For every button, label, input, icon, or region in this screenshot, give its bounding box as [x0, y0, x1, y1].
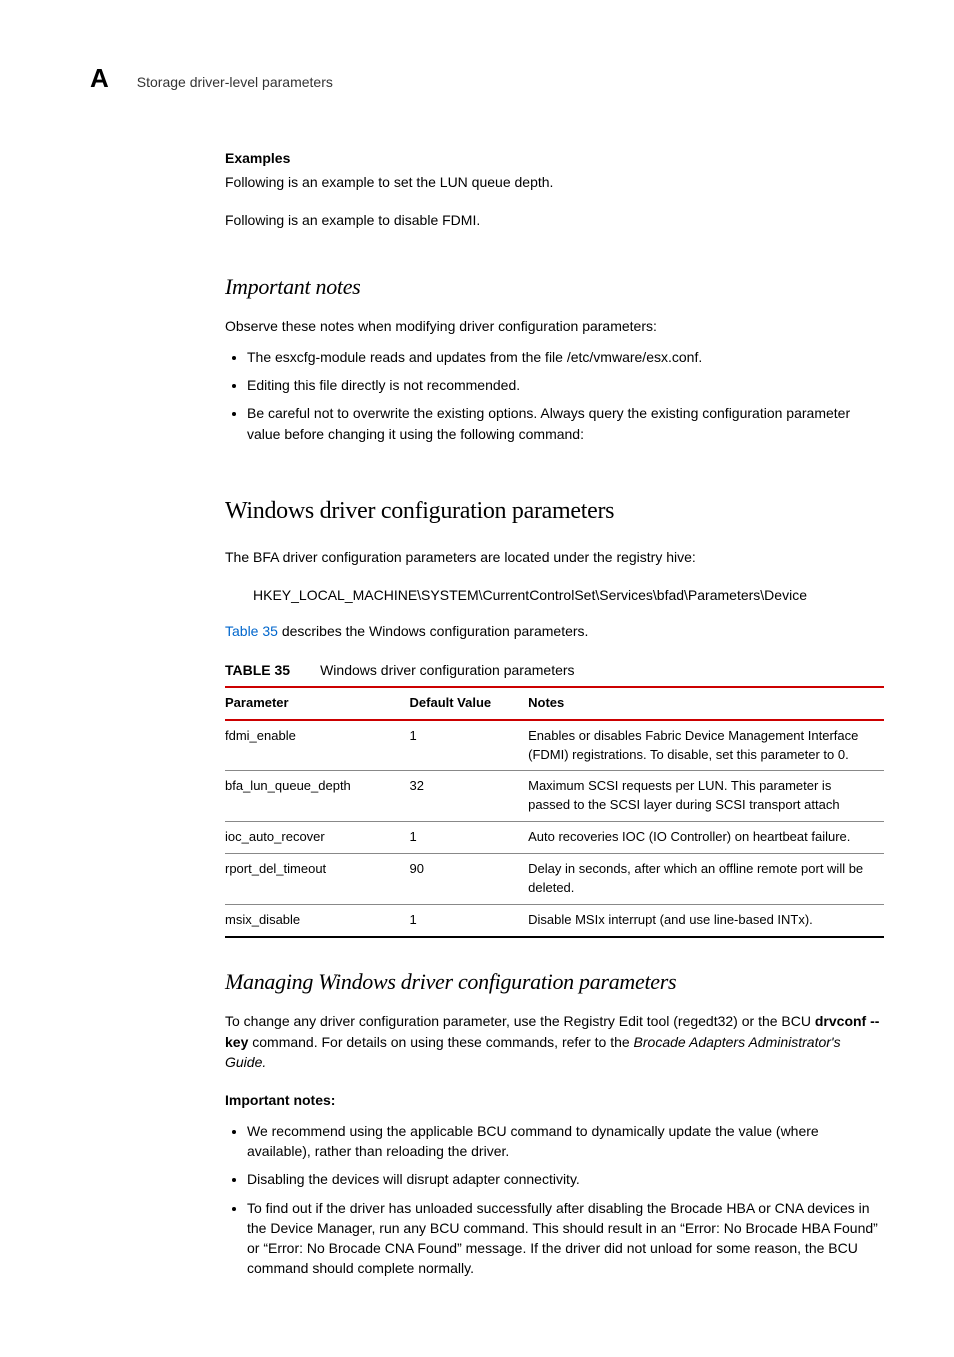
- examples-label: Examples: [225, 148, 884, 168]
- running-title: Storage driver-level parameters: [137, 72, 333, 92]
- windows-section-heading: Windows driver configuration parameters: [225, 494, 884, 529]
- table-title: Windows driver configuration parameters: [320, 662, 574, 678]
- important-notes-list: The esxcfg-module reads and updates from…: [225, 347, 884, 444]
- cell-notes: Delay in seconds, after which an offline…: [528, 854, 884, 905]
- cell-default: 1: [410, 720, 529, 771]
- page-header: A Storage driver-level parameters: [90, 60, 884, 98]
- appendix-letter: A: [90, 60, 109, 98]
- cell-notes: Auto recoveries IOC (IO Controller) on h…: [528, 822, 884, 854]
- managing-paragraph: To change any driver configuration param…: [225, 1011, 884, 1072]
- list-item: The esxcfg-module reads and updates from…: [247, 347, 884, 367]
- cell-default: 1: [410, 904, 529, 936]
- cell-parameter: ioc_auto_recover: [225, 822, 410, 854]
- cell-notes: Enables or disables Fabric Device Manage…: [528, 720, 884, 771]
- table-row: fdmi_enable1Enables or disables Fabric D…: [225, 720, 884, 771]
- cell-notes: Maximum SCSI requests per LUN. This para…: [528, 771, 884, 822]
- list-item: Be careful not to overwrite the existing…: [247, 403, 884, 444]
- important-notes-intro: Observe these notes when modifying drive…: [225, 316, 884, 336]
- list-item: Disabling the devices will disrupt adapt…: [247, 1169, 884, 1189]
- table-row: msix_disable1Disable MSIx interrupt (and…: [225, 904, 884, 936]
- table-header-row: Parameter Default Value Notes: [225, 687, 884, 720]
- table-row: rport_del_timeout90Delay in seconds, aft…: [225, 854, 884, 905]
- windows-intro: The BFA driver configuration parameters …: [225, 547, 884, 567]
- cell-parameter: bfa_lun_queue_depth: [225, 771, 410, 822]
- table-ref-link[interactable]: Table 35: [225, 623, 278, 639]
- list-item: To find out if the driver has unloaded s…: [247, 1198, 884, 1279]
- table-reference-line: Table 35 describes the Windows configura…: [225, 621, 884, 641]
- cell-parameter: msix_disable: [225, 904, 410, 936]
- col-header-parameter: Parameter: [225, 687, 410, 720]
- important-notes-heading: Important notes: [225, 271, 884, 303]
- page-content: Examples Following is an example to set …: [225, 148, 884, 1279]
- table-label: TABLE 35 Windows driver configuration par…: [225, 660, 884, 680]
- managing-notes-label: Important notes:: [225, 1090, 884, 1110]
- cell-notes: Disable MSIx interrupt (and use line-bas…: [528, 904, 884, 936]
- examples-line-2: Following is an example to disable FDMI.: [225, 210, 884, 230]
- cell-default: 90: [410, 854, 529, 905]
- col-header-default: Default Value: [410, 687, 529, 720]
- cell-parameter: rport_del_timeout: [225, 854, 410, 905]
- cell-default: 32: [410, 771, 529, 822]
- list-item: Editing this file directly is not recomm…: [247, 375, 884, 395]
- table-ref-text: describes the Windows configuration para…: [278, 623, 588, 639]
- cell-parameter: fdmi_enable: [225, 720, 410, 771]
- table-number: TABLE 35: [225, 662, 290, 678]
- col-header-notes: Notes: [528, 687, 884, 720]
- managing-notes-list: We recommend using the applicable BCU co…: [225, 1121, 884, 1279]
- list-item: We recommend using the applicable BCU co…: [247, 1121, 884, 1162]
- table-row: ioc_auto_recover1Auto recoveries IOC (IO…: [225, 822, 884, 854]
- examples-line-1: Following is an example to set the LUN q…: [225, 172, 884, 192]
- config-parameters-table: Parameter Default Value Notes fdmi_enabl…: [225, 686, 884, 938]
- cell-default: 1: [410, 822, 529, 854]
- table-row: bfa_lun_queue_depth32Maximum SCSI reques…: [225, 771, 884, 822]
- registry-path: HKEY_LOCAL_MACHINE\SYSTEM\CurrentControl…: [253, 585, 884, 605]
- managing-heading: Managing Windows driver configuration pa…: [225, 966, 884, 998]
